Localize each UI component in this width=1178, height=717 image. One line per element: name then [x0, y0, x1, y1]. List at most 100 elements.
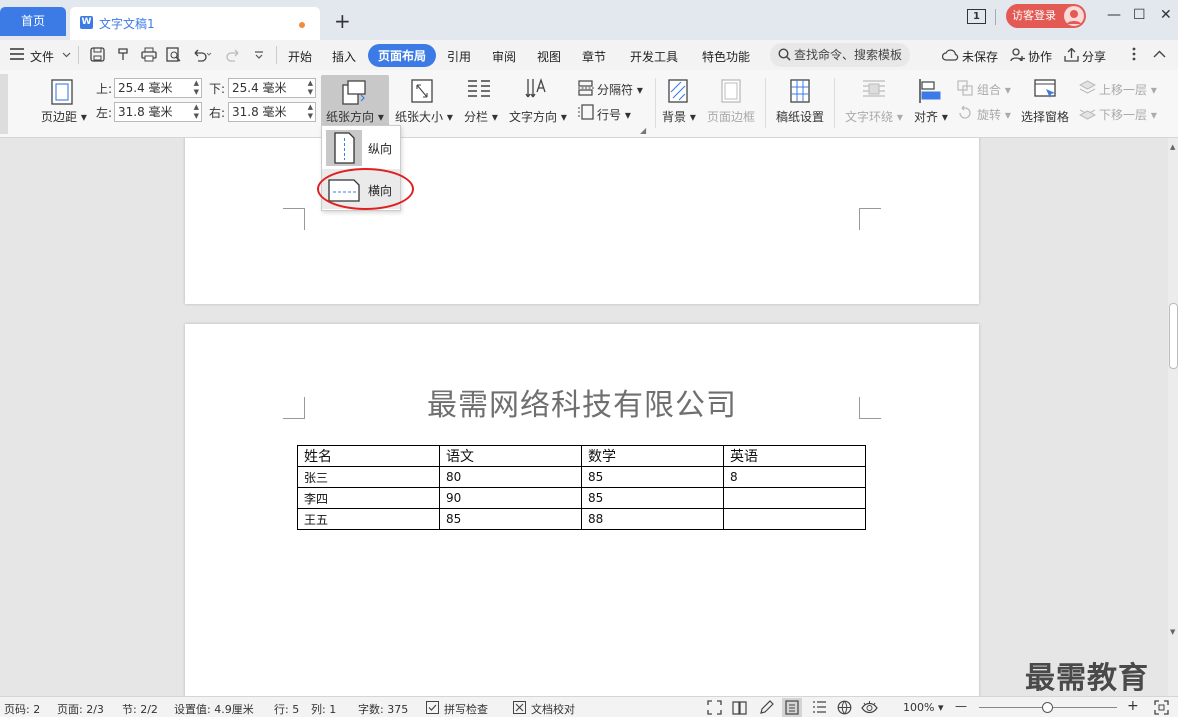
vertical-scrollbar[interactable]: ▲ ▼ [1168, 138, 1178, 696]
text-direction-button[interactable]: 文字方向 ▾ [509, 108, 567, 125]
status-column[interactable]: 列: 1 [311, 701, 336, 717]
tab-developer[interactable]: 开发工具 [630, 48, 678, 65]
undo-icon[interactable] [192, 47, 212, 62]
text-direction-icon[interactable] [524, 77, 550, 103]
zoom-in-button[interactable]: + [1127, 698, 1139, 714]
share-button[interactable]: 分享 [1082, 48, 1106, 65]
tab-insert[interactable]: 插入 [332, 48, 356, 65]
fit-page-icon[interactable] [707, 700, 722, 715]
document-proof-button[interactable]: 文档校对 [531, 701, 575, 717]
scrollbar-thumb[interactable] [1169, 303, 1178, 369]
table-cell[interactable]: 张三 [297, 466, 440, 488]
spinner-arrows-icon[interactable]: ▲ ▼ [308, 79, 313, 97]
print-preview-icon[interactable] [166, 47, 181, 62]
tab-document[interactable]: W 文字文稿1 [70, 7, 320, 40]
scroll-up-icon[interactable]: ▲ [1170, 143, 1175, 151]
table-cell[interactable]: 王五 [297, 508, 440, 530]
status-word-count[interactable]: 字数: 375 [358, 701, 408, 717]
page-setup-dialog-launcher-icon[interactable]: ◢ [640, 126, 646, 135]
maximize-button[interactable]: ☐ [1133, 7, 1146, 23]
columns-button[interactable]: 分栏 ▾ [464, 108, 498, 125]
zoom-out-button[interactable]: — [955, 699, 967, 713]
manuscript-button[interactable]: 稿纸设置 [776, 108, 824, 125]
table-cell[interactable]: 80 [439, 466, 582, 488]
status-section[interactable]: 节: 2/2 [122, 701, 158, 717]
table-cell[interactable]: 8 [723, 466, 866, 488]
collaborate-button[interactable]: 协作 [1028, 48, 1052, 65]
tab-home[interactable]: 首页 [0, 7, 66, 36]
orientation-portrait-option[interactable]: 纵向 [322, 127, 400, 167]
status-row[interactable]: 行: 5 [274, 701, 299, 717]
pen-icon[interactable] [759, 700, 774, 715]
score-table[interactable]: 姓名 语文 数学 英语 张三 80 85 8 李四 90 85 王五 85 88 [297, 445, 866, 530]
new-tab-button[interactable]: + [334, 9, 351, 33]
ribbon-scroll-left[interactable] [0, 74, 8, 134]
table-cell[interactable]: 姓名 [297, 445, 440, 467]
command-search[interactable]: 查找命令、搜索模板 [770, 43, 910, 67]
line-number-button[interactable]: 行号 ▾ [597, 106, 631, 123]
scroll-down-icon[interactable]: ▼ [1170, 628, 1175, 636]
spinner-arrows-icon[interactable]: ▲ ▼ [194, 79, 199, 97]
table-cell[interactable]: 85 [439, 508, 582, 530]
table-cell[interactable]: 李四 [297, 487, 440, 509]
background-icon[interactable] [667, 78, 689, 104]
table-cell[interactable]: 88 [581, 508, 724, 530]
columns-icon[interactable] [466, 78, 492, 102]
save-icon[interactable] [90, 47, 105, 62]
table-cell[interactable]: 语文 [439, 445, 582, 467]
close-button[interactable]: ✕ [1160, 7, 1172, 23]
margin-button[interactable]: 页边距 ▾ [41, 108, 87, 125]
selection-pane-button[interactable]: 选择窗格 [1021, 108, 1069, 125]
status-page[interactable]: 页面: 2/3 [57, 701, 104, 717]
zoom-slider-handle[interactable] [1042, 702, 1053, 713]
table-cell[interactable]: 85 [581, 487, 724, 509]
window-count-badge[interactable]: 1 [967, 9, 986, 24]
background-button[interactable]: 背景 ▾ [662, 108, 696, 125]
minimize-button[interactable]: — [1107, 7, 1121, 23]
format-painter-icon[interactable] [116, 47, 131, 62]
file-menu[interactable]: 文件 [30, 48, 54, 65]
paper-size-icon[interactable] [410, 78, 434, 104]
table-cell[interactable]: 英语 [723, 445, 866, 467]
tab-references[interactable]: 引用 [447, 48, 471, 65]
unsaved-status[interactable]: 未保存 [962, 48, 998, 65]
spinner-arrows-icon[interactable]: ▲ ▼ [308, 103, 313, 121]
spinner-arrows-icon[interactable]: ▲ ▼ [194, 103, 199, 121]
top-margin-input[interactable]: 25.4 毫米 ▲ ▼ [114, 78, 202, 98]
document-heading[interactable]: 最需网络科技有限公司 [185, 380, 979, 424]
align-icon[interactable] [918, 78, 942, 104]
hamburger-icon[interactable] [10, 48, 24, 60]
selection-pane-icon[interactable] [1033, 78, 1059, 104]
more-options-icon[interactable] [1132, 47, 1136, 61]
tab-view[interactable]: 视图 [537, 48, 561, 65]
document-canvas[interactable]: 最需网络科技有限公司 姓名 语文 数学 英语 张三 80 85 8 李四 90 85 王五 85 88 ▲… [0, 138, 1178, 696]
spell-check-button[interactable]: 拼写检查 [444, 701, 488, 717]
table-cell[interactable]: 数学 [581, 445, 724, 467]
outline-view-icon[interactable] [812, 700, 827, 715]
manuscript-icon[interactable] [789, 78, 811, 104]
page-view-button[interactable] [782, 698, 802, 717]
eye-protection-icon[interactable] [861, 700, 878, 715]
page-1[interactable] [185, 138, 979, 304]
table-cell[interactable]: 90 [439, 487, 582, 509]
page-2[interactable]: 最需网络科技有限公司 姓名 语文 数学 英语 张三 80 85 8 李四 90 85 王五 85 88 [185, 324, 979, 696]
break-button[interactable]: 分隔符 ▾ [597, 81, 643, 98]
guest-login-button[interactable]: 访客登录 [1006, 4, 1086, 28]
web-view-icon[interactable] [837, 700, 852, 715]
tab-chapter[interactable]: 章节 [582, 48, 606, 65]
tab-page-layout[interactable]: 页面布局 [368, 44, 437, 67]
margin-icon[interactable] [49, 78, 75, 106]
tab-special-features[interactable]: 特色功能 [702, 48, 750, 65]
zoom-level[interactable]: 100% ▾ [903, 701, 943, 714]
print-icon[interactable] [141, 47, 157, 62]
paper-size-button[interactable]: 纸张大小 ▾ [395, 108, 453, 125]
quick-access-more-icon[interactable] [254, 50, 264, 60]
right-margin-input[interactable]: 31.8 毫米 ▲ ▼ [228, 102, 316, 122]
align-button[interactable]: 对齐 ▾ [914, 108, 948, 125]
bottom-margin-input[interactable]: 25.4 毫米 ▲ ▼ [228, 78, 316, 98]
table-cell[interactable] [723, 508, 866, 530]
status-setting-value[interactable]: 设置值: 4.9厘米 [174, 701, 254, 717]
collapse-ribbon-icon[interactable] [1153, 50, 1166, 58]
left-margin-input[interactable]: 31.8 毫米 ▲ ▼ [114, 102, 202, 122]
table-cell[interactable] [723, 487, 866, 509]
